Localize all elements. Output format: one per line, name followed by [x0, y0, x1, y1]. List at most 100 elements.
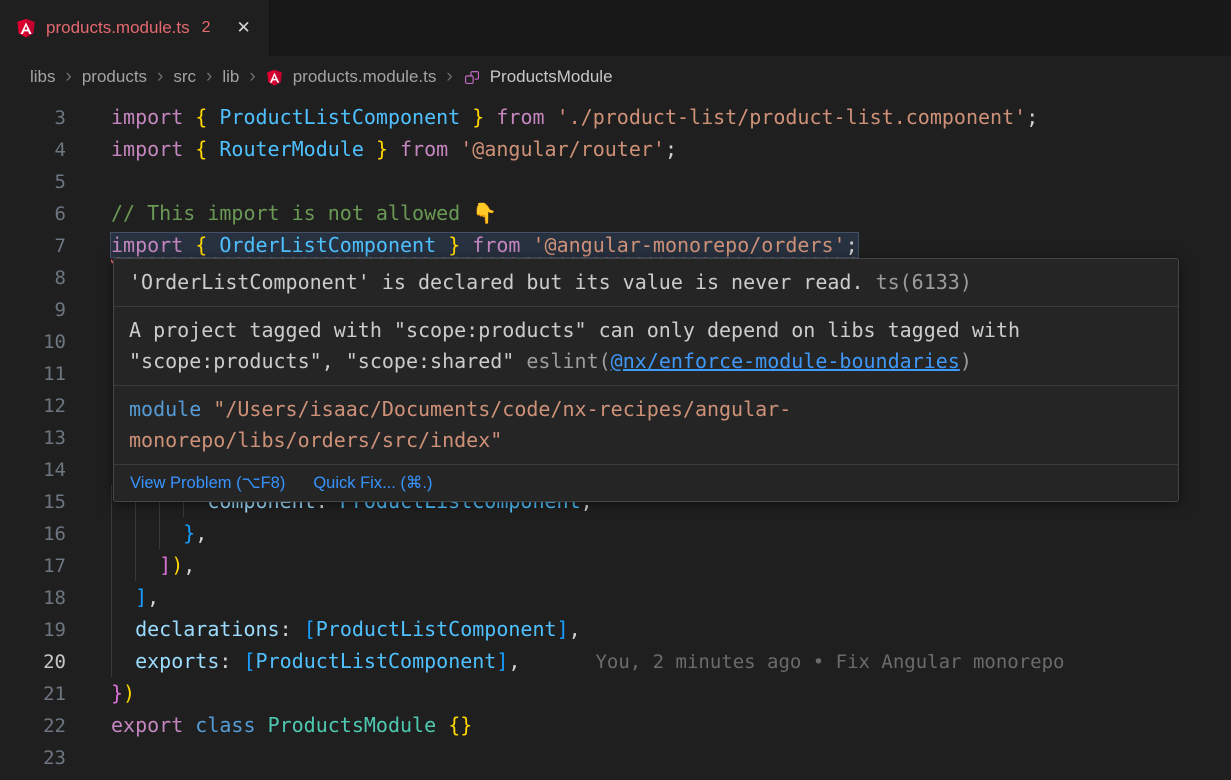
line-number-7[interactable]: 7 [0, 230, 66, 262]
editor: 3import { ProductListComponent } from '.… [0, 98, 1231, 780]
chevron-right-icon: › [157, 67, 163, 88]
hover-ts-code: ts(6133) [876, 270, 972, 294]
tab-products-module[interactable]: products.module.ts 2 ✕ [0, 0, 270, 56]
line-number-4[interactable]: 4 [0, 134, 66, 166]
code-token [436, 233, 448, 257]
code-token: , [569, 617, 581, 641]
code-token: [ [304, 617, 316, 641]
code-line-7[interactable]: 7import { OrderListComponent } from '@an… [0, 229, 1231, 261]
code-token [545, 105, 557, 129]
code-token: import [111, 233, 183, 257]
tab-title: products.module.ts [46, 18, 190, 38]
line-number-9[interactable]: 9 [0, 294, 66, 326]
code-line-19[interactable]: 19 declarations: [ProductListComponent], [0, 613, 1231, 645]
module-keyword: module [129, 397, 201, 421]
code-token: class [195, 713, 255, 737]
tab-error-count-badge: 2 [202, 19, 211, 37]
line-number-10[interactable]: 10 [0, 326, 66, 358]
tab-close-icon[interactable]: ✕ [237, 18, 251, 38]
hover-module-info: module "/Users/isaac/Documents/code/nx-r… [114, 386, 1178, 465]
breadcrumb-item-products[interactable]: products [82, 67, 147, 87]
code-token: ] [135, 585, 147, 609]
hover-eslint-diagnostic: A project tagged with "scope:products" c… [114, 307, 1178, 386]
code-text: }, [111, 521, 207, 545]
code-token: from [496, 105, 544, 129]
hover-actions: View Problem (⌥F8) Quick Fix... (⌘.) [114, 465, 1178, 501]
code-token [183, 137, 195, 161]
code-line-23[interactable]: 23 [0, 741, 1231, 773]
code-token: ProductListComponent [256, 649, 497, 673]
code-token: { [195, 137, 207, 161]
chevron-right-icon: › [66, 67, 72, 88]
code-line-6[interactable]: 6// This import is not allowed 👇 [0, 197, 1231, 229]
breadcrumb-item-src[interactable]: src [173, 67, 196, 87]
chevron-right-icon: › [249, 67, 255, 88]
code-token [460, 233, 472, 257]
code-token: : [219, 649, 243, 673]
code-text: ]), [111, 553, 195, 577]
line-number-16[interactable]: 16 [0, 518, 66, 550]
indent-guide [111, 517, 183, 549]
code-token: ProductListComponent [316, 617, 557, 641]
code-token: , [508, 649, 520, 673]
code-token [183, 233, 195, 257]
code-text: exports: [ProductListComponent],You, 2 m… [111, 649, 1064, 673]
code-token: } [472, 105, 484, 129]
angular-file-icon [16, 18, 36, 38]
code-token: { [195, 233, 207, 257]
code-token [484, 105, 496, 129]
code-token [436, 713, 448, 737]
line-number-18[interactable]: 18 [0, 582, 66, 614]
line-number-8[interactable]: 8 [0, 262, 66, 294]
line-number-3[interactable]: 3 [0, 102, 66, 134]
angular-file-icon [266, 69, 283, 86]
code-token [364, 137, 376, 161]
code-line-4[interactable]: 4 import { RouterModule } from '@angular/… [0, 133, 1231, 165]
code-token [460, 105, 472, 129]
line-number-12[interactable]: 12 [0, 390, 66, 422]
code-line-3[interactable]: 3import { ProductListComponent } from '.… [0, 101, 1231, 133]
quick-fix-button[interactable]: Quick Fix... (⌘.) [313, 473, 432, 493]
code-line-21[interactable]: 21}) [0, 677, 1231, 709]
line-number-14[interactable]: 14 [0, 454, 66, 486]
chevron-right-icon: › [206, 67, 212, 88]
line-number-23[interactable]: 23 [0, 742, 66, 774]
code-line-17[interactable]: 17 ]), [0, 549, 1231, 581]
code-token: ] [557, 617, 569, 641]
code-token: } [376, 137, 388, 161]
line-number-17[interactable]: 17 [0, 550, 66, 582]
breadcrumb-item-libs[interactable]: libs [30, 67, 56, 87]
code-line-5[interactable]: 5 [0, 165, 1231, 197]
code-line-20[interactable]: 20 exports: [ProductListComponent],You, … [0, 645, 1231, 677]
code-line-18[interactable]: 18 ], [0, 581, 1231, 613]
line-number-13[interactable]: 13 [0, 422, 66, 454]
code-text: import { RouterModule } from '@angular/r… [111, 137, 677, 161]
line-number-19[interactable]: 19 [0, 614, 66, 646]
eslint-rule-link[interactable]: @nx/enforce-module-boundaries [611, 349, 960, 373]
hover-ts-diagnostic: 'OrderListComponent' is declared but its… [114, 259, 1178, 307]
breadcrumb-item-file[interactable]: products.module.ts [293, 67, 437, 87]
code-token: OrderListComponent [219, 233, 436, 257]
line-number-20[interactable]: 20 [0, 646, 66, 678]
line-number-5[interactable]: 5 [0, 166, 66, 198]
breadcrumb-item-lib[interactable]: lib [222, 67, 239, 87]
code-text: ], [111, 585, 159, 609]
code-token: ProductListComponent [219, 105, 460, 129]
code-line-16[interactable]: 16 }, [0, 517, 1231, 549]
code-token: ) [171, 553, 183, 577]
code-token: export [111, 713, 183, 737]
view-problem-button[interactable]: View Problem (⌥F8) [130, 473, 285, 493]
code-token: import [111, 137, 183, 161]
line-number-21[interactable]: 21 [0, 678, 66, 710]
code-line-22[interactable]: 22export class ProductsModule {} [0, 709, 1231, 741]
breadcrumb-item-symbol[interactable]: ProductsModule [490, 67, 613, 87]
line-number-11[interactable]: 11 [0, 358, 66, 390]
code-token [183, 105, 195, 129]
code-token: from [472, 233, 520, 257]
hover-popup: 'OrderListComponent' is declared but its… [113, 258, 1179, 502]
code-token: ; [846, 233, 858, 257]
line-number-15[interactable]: 15 [0, 486, 66, 518]
line-number-6[interactable]: 6 [0, 198, 66, 230]
line-number-22[interactable]: 22 [0, 710, 66, 742]
code-token: , [195, 521, 207, 545]
